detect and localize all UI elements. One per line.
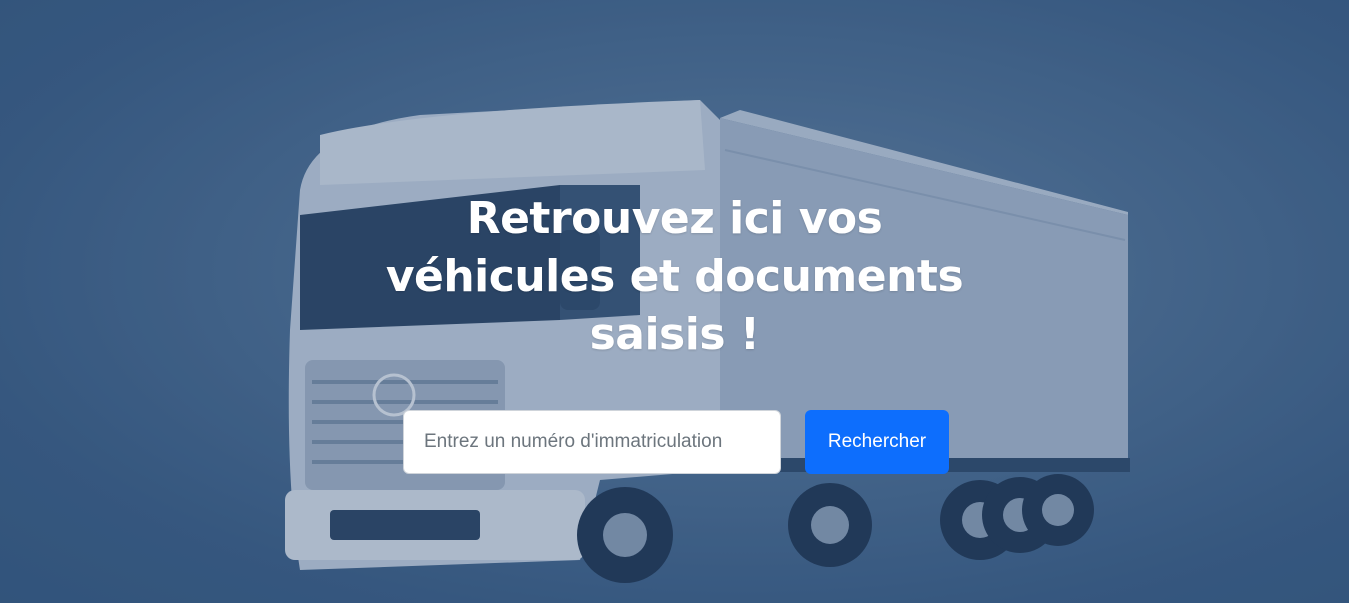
license-plate-search-input[interactable] (403, 410, 781, 474)
search-button[interactable]: Rechercher (805, 410, 949, 474)
hero-headline: Retrouvez ici vos véhicules et documents… (0, 190, 1349, 364)
headline-line-2: véhicules et documents (385, 251, 964, 302)
headline-line-3: saisis ! (589, 309, 760, 360)
headline-line-1: Retrouvez ici vos (466, 193, 883, 244)
